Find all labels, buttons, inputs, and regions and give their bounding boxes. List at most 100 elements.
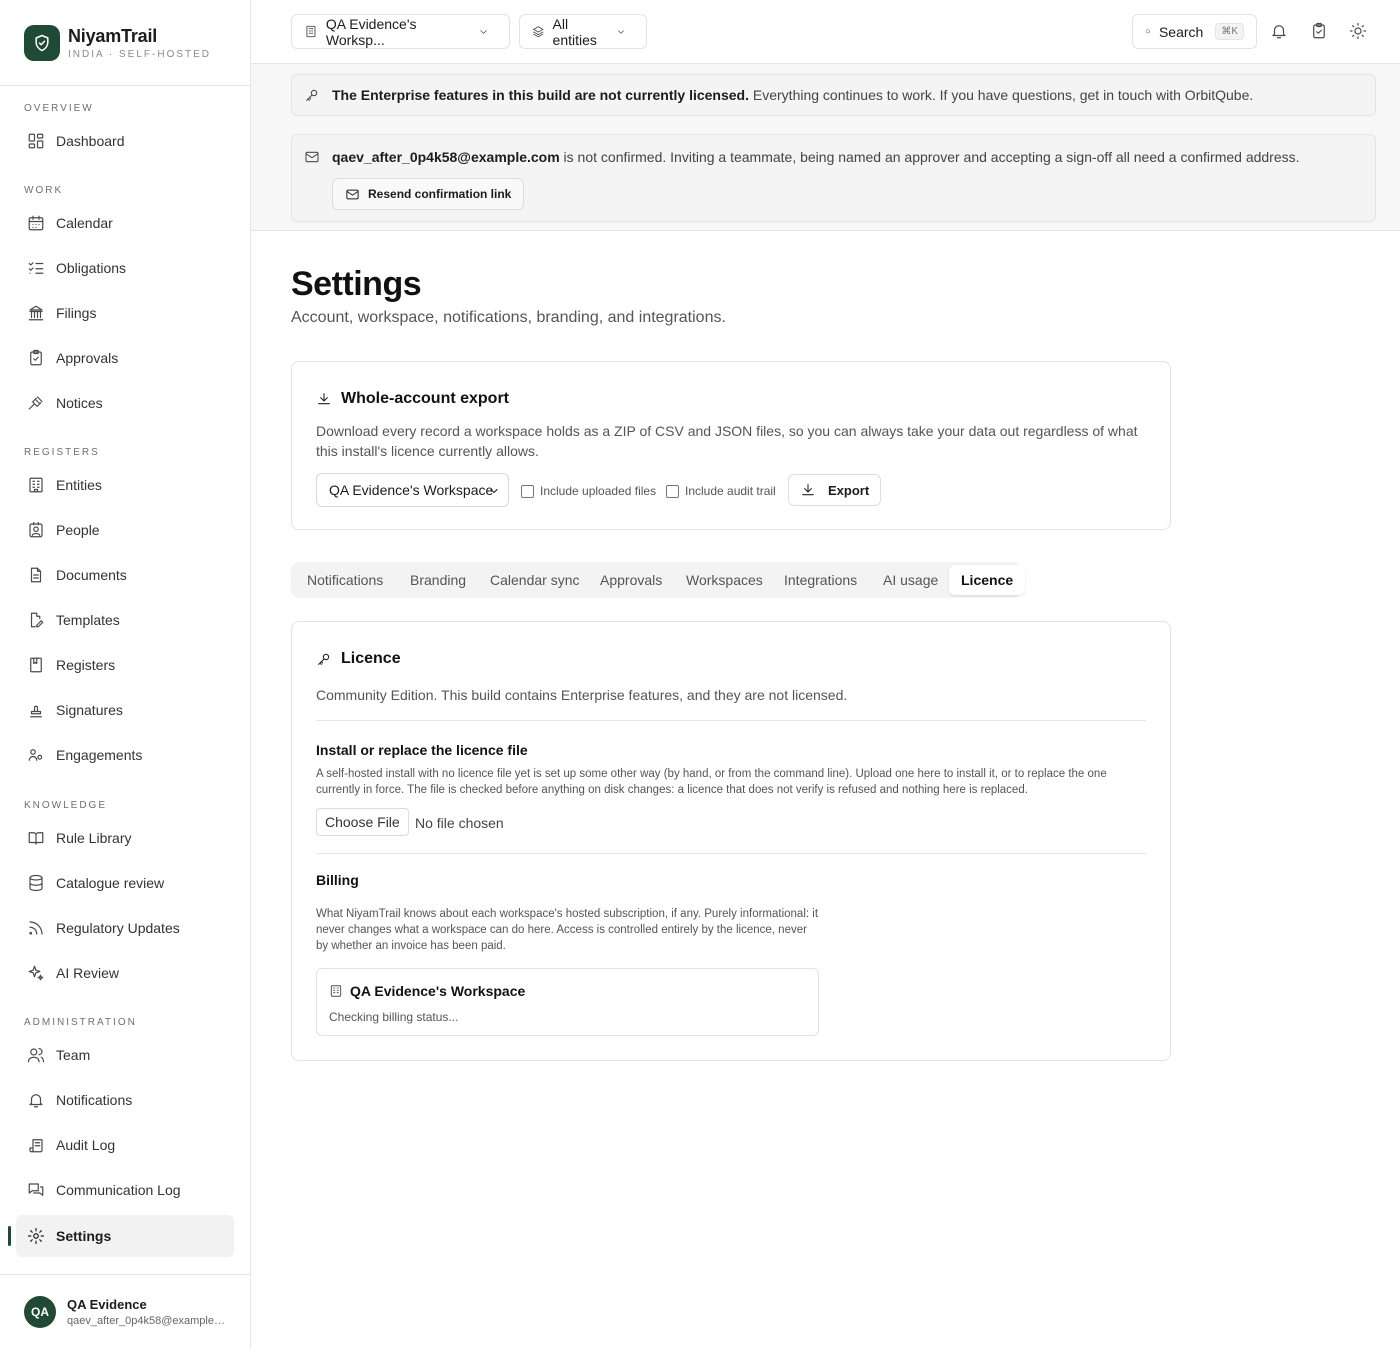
sidebar-item-templates[interactable]: Templates xyxy=(16,599,234,641)
export-description: Download every record a workspace holds … xyxy=(316,423,1138,459)
search-button[interactable]: Search ⌘K xyxy=(1132,14,1257,49)
tab-integrations[interactable]: Integrations xyxy=(784,565,857,595)
billing-workspace-box: QA Evidence's Workspace Checking billing… xyxy=(316,968,819,1036)
sidebar-item-team[interactable]: Team xyxy=(16,1034,234,1076)
chevron-down-icon xyxy=(490,488,498,494)
export-button[interactable]: Export xyxy=(788,474,882,506)
dashboard-icon xyxy=(28,133,44,149)
install-licence-title: Install or replace the licence file xyxy=(316,742,528,758)
banner-area: The Enterprise features in this build ar… xyxy=(251,64,1400,231)
export-title: Whole-account export xyxy=(341,390,510,407)
layers-icon xyxy=(533,26,544,38)
sun-icon[interactable] xyxy=(1349,22,1367,40)
file-text-icon xyxy=(30,567,42,583)
sidebar-item-filings[interactable]: Filings xyxy=(16,292,234,334)
topbar: QA Evidence's Worksp... All entities Sea… xyxy=(251,0,1400,64)
workspace-switcher[interactable]: QA Evidence's Worksp... xyxy=(291,14,510,49)
brand[interactable]: NiyamTrail INDIA · SELF-HOSTED xyxy=(0,0,250,86)
sidebar-item-people[interactable]: People xyxy=(16,509,234,551)
sidebar-item-signatures[interactable]: Signatures xyxy=(16,689,234,731)
search-label: Search xyxy=(1158,23,1204,40)
users-icon xyxy=(28,749,43,761)
checkbox-box[interactable] xyxy=(666,484,679,498)
key-icon xyxy=(318,653,330,665)
sidebar-item-approvals[interactable]: Approvals xyxy=(16,337,234,379)
checkbox-box[interactable] xyxy=(521,484,534,498)
workspace-name: QA Evidence's Worksp... xyxy=(325,15,417,48)
no-file-label: No file chosen xyxy=(415,815,504,831)
building-icon xyxy=(29,477,43,493)
settings-tabs: Notifications Branding Calendar sync App… xyxy=(291,562,1026,598)
page-subtitle: Account, workspace, notifications, brand… xyxy=(291,309,726,326)
sidebar-item-communication-log[interactable]: Communication Log xyxy=(16,1169,234,1211)
page-title: Settings xyxy=(291,265,422,303)
entity-filter[interactable]: All entities xyxy=(519,14,647,49)
sidebar: NiyamTrail INDIA · SELF-HOSTED OVERVIEW … xyxy=(0,0,251,1349)
tab-ai-usage[interactable]: AI usage xyxy=(883,565,938,595)
tab-workspaces[interactable]: Workspaces xyxy=(686,565,763,595)
gavel-icon xyxy=(28,396,43,410)
sidebar-item-obligations[interactable]: Obligations xyxy=(16,247,234,289)
email-confirm-banner: qaev_after_0p4k58@example.com is not con… xyxy=(291,134,1376,222)
sidebar-item-rule-library[interactable]: Rule Library xyxy=(16,817,234,859)
sidebar-item-dashboard[interactable]: Dashboard xyxy=(16,120,234,162)
sidebar-item-regulatory-updates[interactable]: Regulatory Updates xyxy=(16,907,234,949)
chevron-down-icon xyxy=(618,29,624,34)
rss-icon xyxy=(29,921,43,935)
sidebar-item-label: Team xyxy=(56,1047,91,1063)
export-label: Export xyxy=(828,482,870,498)
shield-logo-icon xyxy=(24,24,60,61)
billing-status: Checking billing status... xyxy=(329,1010,459,1024)
user-menu[interactable]: QA QA Evidence qaev_after_0p4k58@example… xyxy=(0,1274,251,1349)
gear-icon xyxy=(27,1227,45,1245)
include-files-checkbox[interactable]: Include uploaded files xyxy=(521,484,656,498)
tab-calendar-sync[interactable]: Calendar sync xyxy=(490,565,580,595)
nav-section-work: WORK xyxy=(24,185,64,196)
licence-card-header: Licence xyxy=(316,650,401,668)
divider xyxy=(316,720,1146,721)
sidebar-item-catalogue-review[interactable]: Catalogue review xyxy=(16,862,234,904)
tab-licence[interactable]: Licence xyxy=(949,565,1026,595)
sidebar-item-settings[interactable]: Settings xyxy=(16,1215,234,1257)
sidebar-item-label: Obligations xyxy=(56,260,127,276)
sidebar-item-label: Dashboard xyxy=(56,133,125,149)
export-workspace-select[interactable]: QA Evidence's Workspace xyxy=(316,473,509,507)
bell-icon[interactable] xyxy=(1270,22,1288,40)
sidebar-item-calendar[interactable]: Calendar xyxy=(16,202,234,244)
email-banner-text: is not confirmed. Inviting a teammate, b… xyxy=(559,149,1300,165)
tab-branding[interactable]: Branding xyxy=(410,565,466,595)
sidebar-item-label: Templates xyxy=(56,612,120,628)
licence-edition: Community Edition. This build contains E… xyxy=(316,687,848,703)
avatar: QA xyxy=(24,1296,56,1328)
nav-section-knowledge: KNOWLEDGE xyxy=(24,800,108,811)
sidebar-item-entities[interactable]: Entities xyxy=(16,464,234,506)
clipboard-check-icon[interactable] xyxy=(1310,22,1328,40)
sidebar-item-label: Signatures xyxy=(56,702,123,718)
tab-approvals[interactable]: Approvals xyxy=(600,565,662,595)
sidebar-item-notices[interactable]: Notices xyxy=(16,382,234,424)
sidebar-item-audit-log[interactable]: Audit Log xyxy=(16,1124,234,1166)
include-audit-checkbox[interactable]: Include audit trail xyxy=(666,484,776,498)
billing-description: What NiyamTrail knows about each workspa… xyxy=(316,908,819,952)
sidebar-item-ai-review[interactable]: AI Review xyxy=(16,952,234,994)
team-icon xyxy=(27,1048,45,1063)
divider xyxy=(316,853,1146,854)
landmark-icon xyxy=(28,305,44,321)
sidebar-item-engagements[interactable]: Engagements xyxy=(16,734,234,776)
sidebar-item-documents[interactable]: Documents xyxy=(16,554,234,596)
include-audit-label: Include audit trail xyxy=(685,484,776,498)
sidebar-item-notifications[interactable]: Notifications xyxy=(16,1079,234,1121)
sidebar-item-label: Communication Log xyxy=(56,1182,181,1198)
nav-section-registers: REGISTERS xyxy=(24,447,100,458)
sidebar-item-label: Filings xyxy=(56,305,97,321)
sidebar-item-label: Settings xyxy=(56,1228,112,1244)
licence-banner-strong: The Enterprise features in this build ar… xyxy=(332,87,749,103)
brand-subtitle: INDIA · SELF-HOSTED xyxy=(68,48,212,60)
resend-confirmation-button[interactable]: Resend confirmation link xyxy=(332,178,525,210)
billing-workspace-title: QA Evidence's Workspace xyxy=(329,983,525,999)
scroll-icon xyxy=(29,1139,43,1153)
tab-notifications[interactable]: Notifications xyxy=(307,565,383,595)
user-email: qaev_after_0p4k58@example.com xyxy=(67,1315,227,1327)
sidebar-item-registers[interactable]: Registers xyxy=(16,644,234,686)
choose-file-button[interactable]: Choose File xyxy=(316,808,409,836)
